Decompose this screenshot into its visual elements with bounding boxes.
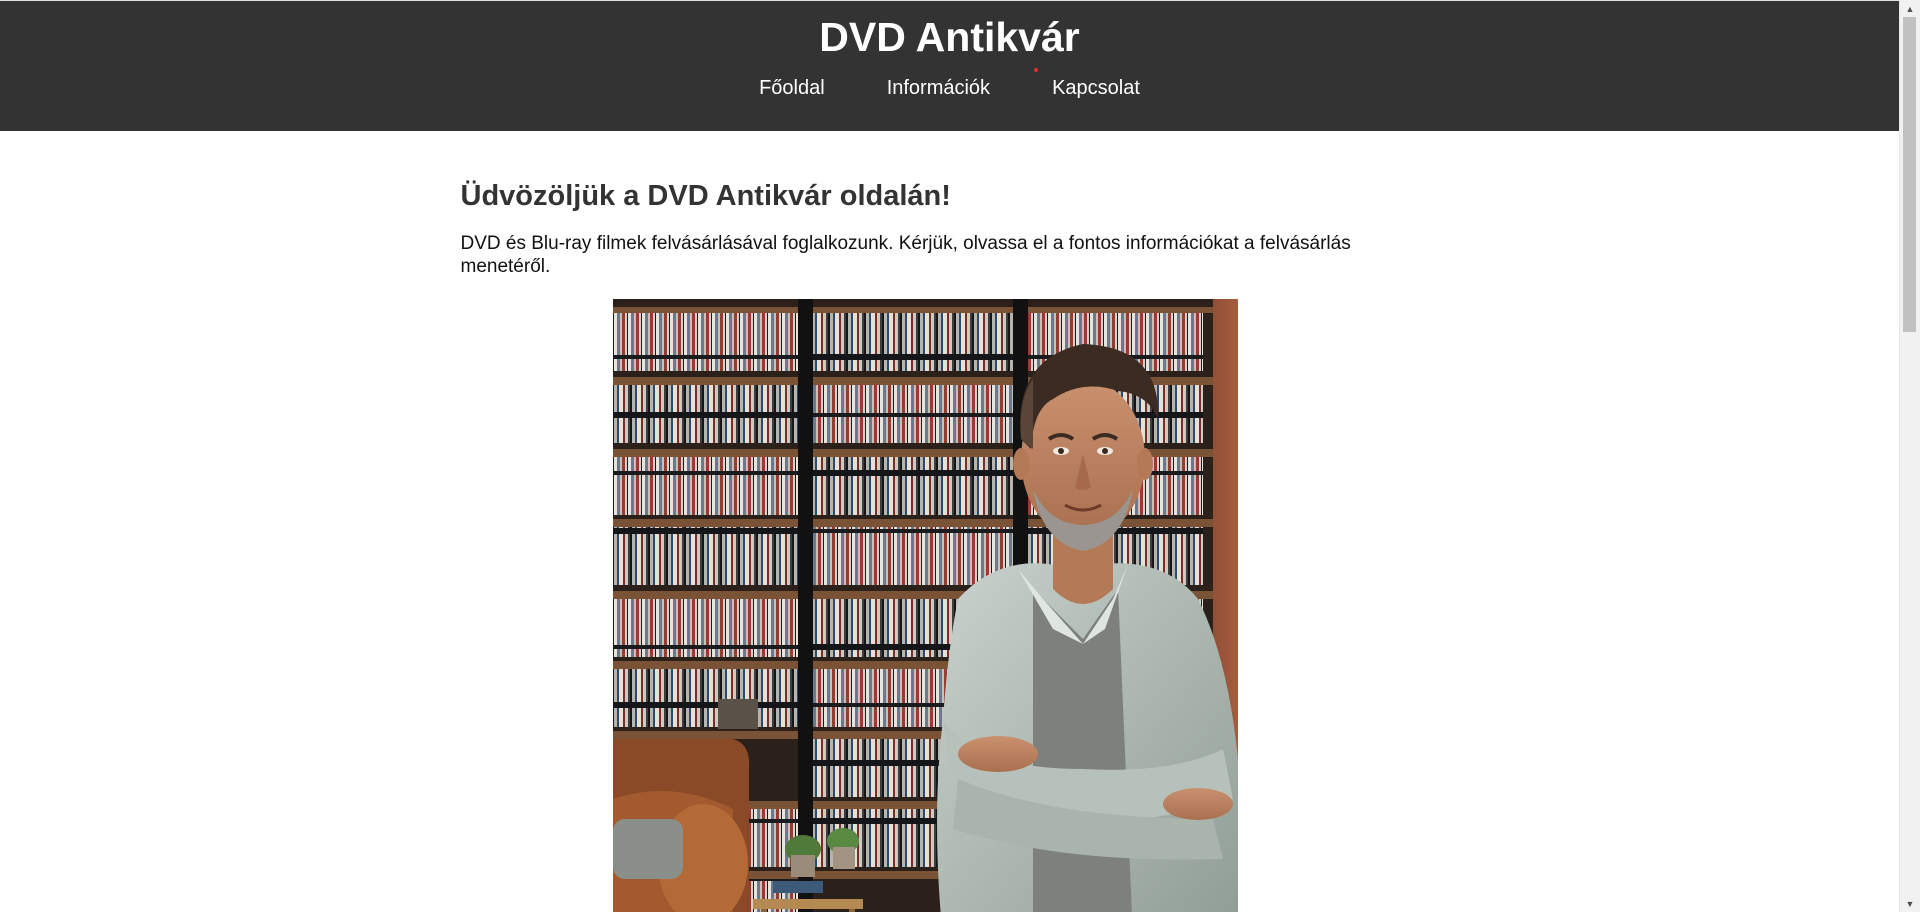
hero-photo-illustration xyxy=(613,299,1238,912)
nav-link-contact[interactable]: Kapcsolat xyxy=(1052,76,1140,100)
hero-image xyxy=(613,299,1238,912)
nav-bullet-dot xyxy=(1034,68,1039,72)
page: DVD Antikvár Főoldal Információk Kapcsol… xyxy=(0,0,1899,912)
nav-link-info[interactable]: Információk xyxy=(887,76,990,100)
main-nav: Főoldal Információk Kapcsolat xyxy=(0,68,1899,100)
site-title: DVD Antikvár xyxy=(819,14,1080,60)
scroll-up-arrow-icon[interactable]: ▲ xyxy=(1900,0,1920,17)
scroll-down-arrow-icon[interactable]: ▼ xyxy=(1900,895,1920,912)
vertical-scrollbar[interactable]: ▲ ▼ xyxy=(1899,0,1920,912)
nav-link-home[interactable]: Főoldal xyxy=(759,76,825,100)
nav-link-contact-wrap: Kapcsolat xyxy=(1034,68,1140,100)
scrollbar-thumb[interactable] xyxy=(1903,17,1916,332)
welcome-heading: Üdvözöljük a DVD Antikvár oldalán! xyxy=(460,180,951,212)
site-header: DVD Antikvár Főoldal Információk Kapcsol… xyxy=(0,0,1899,131)
main-content: Üdvözöljük a DVD Antikvár oldalán! DVD é… xyxy=(461,131,1391,912)
browser-viewport: DVD Antikvár Főoldal Információk Kapcsol… xyxy=(0,0,1920,912)
hero-image-wrapper xyxy=(461,299,1391,912)
intro-paragraph: DVD és Blu-ray filmek felvásárlásával fo… xyxy=(460,233,1351,277)
